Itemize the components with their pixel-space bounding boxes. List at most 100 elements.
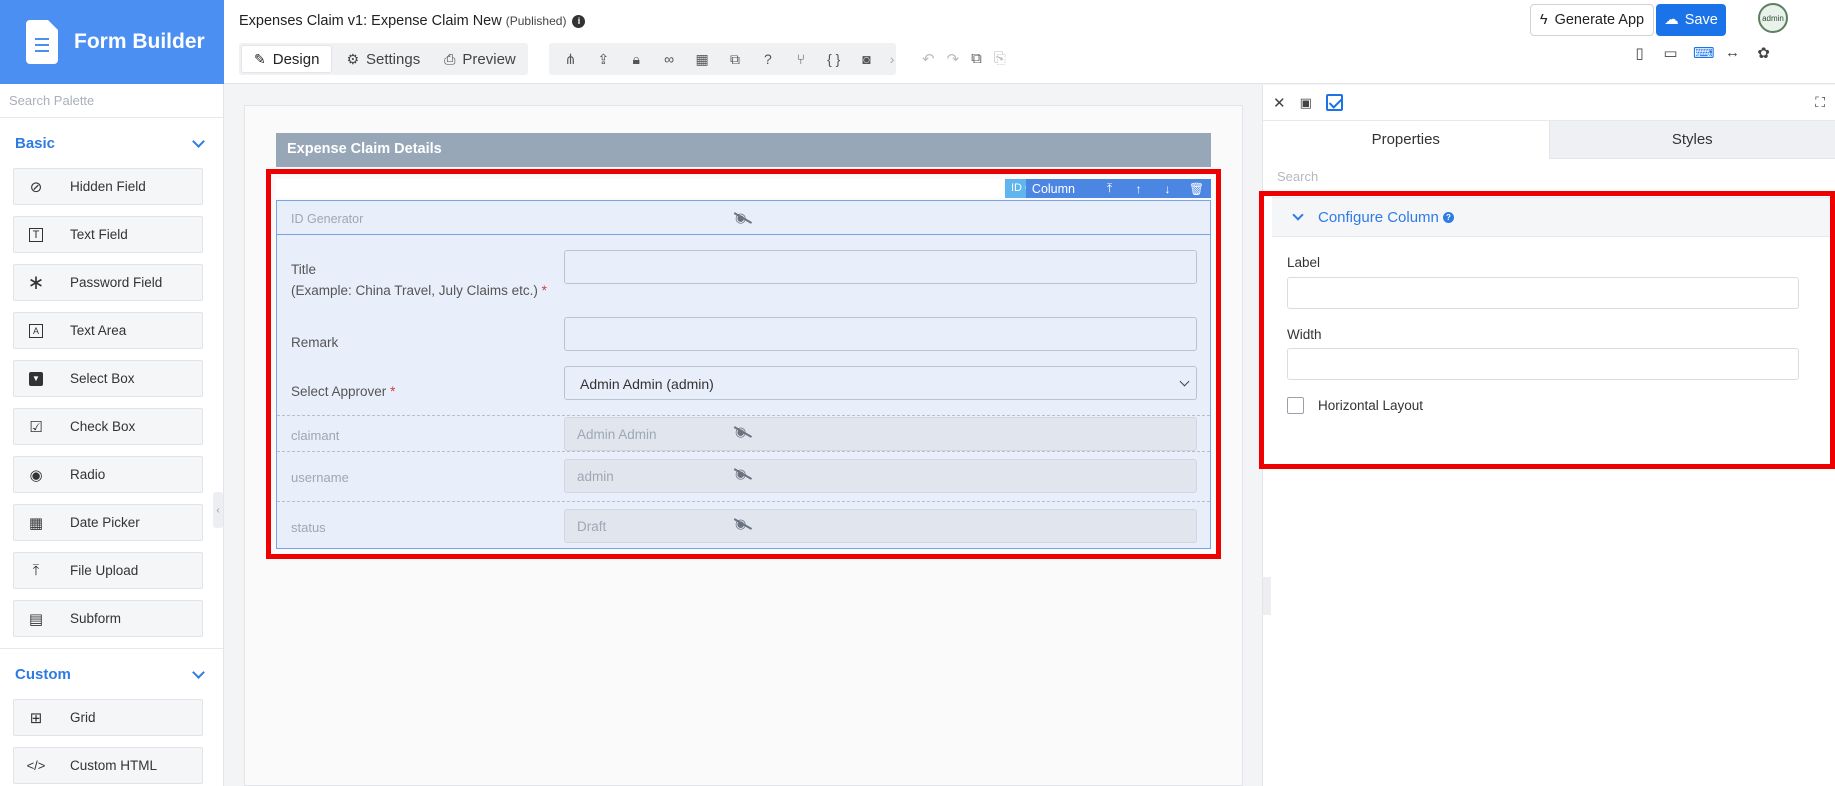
palette-icon[interactable]: ✿ <box>1755 44 1772 62</box>
title-field-row[interactable]: Title (Example: China Travel, July Claim… <box>277 235 1210 301</box>
undo-icon[interactable]: ↶ <box>922 50 935 68</box>
username-input[interactable]: admin <box>564 459 1197 493</box>
asterisk-icon: ∗ <box>27 272 45 294</box>
laptop-icon[interactable]: ⌨ <box>1693 44 1715 62</box>
chevron-right-icon[interactable]: › <box>888 51 896 67</box>
approver-select[interactable]: Admin Admin (admin) <box>564 366 1197 400</box>
column-bar-spacer <box>276 179 1005 198</box>
username-value: admin <box>577 469 614 484</box>
approver-field-row[interactable]: Select Approver * Admin Admin (admin) <box>277 351 1210 411</box>
code-braces-icon[interactable]: { } <box>822 51 845 67</box>
info-icon[interactable]: i <box>572 14 586 28</box>
tree-icon[interactable]: ⋔ <box>559 51 582 68</box>
palette-item-label: Subform <box>70 611 122 626</box>
tab-styles[interactable]: Styles <box>1548 121 1835 159</box>
chevron-down-icon <box>192 134 205 148</box>
username-field-row[interactable]: username admin ◉ <box>277 457 1210 495</box>
user-avatar[interactable]: admin <box>1758 3 1788 33</box>
table-icon[interactable]: ▦ <box>691 51 714 68</box>
text-field-icon: T <box>29 227 43 242</box>
tab-design[interactable]: ✎ Design <box>241 45 333 73</box>
camera-icon[interactable]: ◙ <box>855 51 878 67</box>
palette-item-file-upload[interactable]: ⤒ File Upload <box>13 552 203 589</box>
palette-item-label: Password Field <box>70 275 163 290</box>
binoculars-icon[interactable]: ∞ <box>658 51 681 67</box>
palette-item-label: Select Box <box>70 371 135 386</box>
mobile-icon[interactable]: ▯ <box>1631 44 1648 62</box>
remark-field-row[interactable]: Remark <box>277 301 1210 351</box>
palette-item-date-picker[interactable]: ▦ Date Picker <box>13 504 203 541</box>
palette-item-check-box[interactable]: ☑ Check Box <box>13 408 203 445</box>
remark-input[interactable] <box>564 317 1197 351</box>
sidebar-collapse-handle[interactable]: ‹ <box>213 492 223 528</box>
horizontal-layout-checkbox[interactable] <box>1287 397 1304 414</box>
subform-icon: ▤ <box>28 610 44 628</box>
mode-tabs: ✎ Design ⚙ Settings ⎙ Preview <box>239 43 528 75</box>
label-input[interactable] <box>1287 277 1799 309</box>
chevron-down-icon <box>1292 209 1304 221</box>
palette-item-password-field[interactable]: ∗ Password Field <box>13 264 203 301</box>
approver-label-text: Select Approver <box>291 384 387 399</box>
move-up-icon[interactable]: ↑ <box>1124 182 1153 196</box>
save-icon[interactable]: ▣ <box>1300 95 1312 111</box>
palette-item-radio[interactable]: ◉ Radio <box>13 456 203 493</box>
palette-item-label: Custom HTML <box>70 758 158 773</box>
redo-icon[interactable]: ↷ <box>947 50 960 68</box>
tablet-icon[interactable]: ▭ <box>1662 44 1679 62</box>
properties-search-input[interactable]: Search <box>1263 159 1835 195</box>
branch-icon[interactable]: ⑂ <box>789 51 812 67</box>
title-input[interactable] <box>564 250 1197 284</box>
status-input[interactable]: Draft <box>564 509 1197 543</box>
tab-preview[interactable]: ⎙ Preview <box>432 43 528 75</box>
tab-properties[interactable]: Properties <box>1263 121 1549 159</box>
width-field-label: Width <box>1287 327 1322 342</box>
palette-item-grid[interactable]: ⊞ Grid <box>13 699 203 736</box>
move-down-icon[interactable]: ↓ <box>1153 182 1182 196</box>
delete-icon[interactable]: 🗑︎ <box>1182 182 1211 196</box>
palette-search-input[interactable]: Search Palette <box>0 84 223 118</box>
expand-width-icon[interactable]: ↔ <box>1724 44 1741 62</box>
claimant-input[interactable]: Admin Admin <box>564 417 1197 451</box>
generate-app-button[interactable]: ϟ Generate App <box>1530 4 1654 36</box>
apply-check-icon[interactable] <box>1325 94 1343 111</box>
import-icon[interactable]: ⇪ <box>592 51 615 68</box>
tab-label: Settings <box>366 50 421 68</box>
column-tag[interactable]: Column ⤒ ↑ ↓ 🗑︎ <box>1025 179 1211 198</box>
save-button[interactable]: ☁ Save <box>1656 4 1726 36</box>
form-doc-icon <box>26 20 58 64</box>
palette-item-text-area[interactable]: A Text Area <box>13 312 203 349</box>
palette-item-subform[interactable]: ▤ Subform <box>13 600 203 637</box>
configure-column-title: Configure Column <box>1318 208 1439 226</box>
palette-group-basic[interactable]: Basic <box>0 118 223 168</box>
palette-item-custom-html[interactable]: </> Custom HTML <box>13 747 203 784</box>
id-generator-tag[interactable]: ID G <box>1005 179 1026 198</box>
brand-logo: Form Builder <box>0 0 224 84</box>
tab-settings[interactable]: ⚙ Settings <box>334 43 432 75</box>
help-icon[interactable]: ? <box>756 51 779 67</box>
tab-label: Preview <box>462 50 516 68</box>
copy-icon[interactable]: ⧉ <box>971 50 982 68</box>
translate-icon[interactable]: ⧉ <box>724 51 747 68</box>
title-hint: (Example: China Travel, July Claims etc.… <box>291 283 547 298</box>
palette-group-custom[interactable]: Custom <box>0 649 223 699</box>
close-icon[interactable]: ✕ <box>1273 94 1286 112</box>
section-header[interactable]: Expense Claim Details <box>276 133 1211 167</box>
panel-resize-handle[interactable] <box>1263 577 1271 615</box>
fullscreen-icon[interactable]: ⛶ <box>1815 94 1825 111</box>
configure-column-header[interactable]: Configure Column ? <box>1272 197 1830 237</box>
lock-icon[interactable]: 🔒︎ <box>625 51 648 68</box>
help-icon[interactable]: ? <box>1442 211 1454 223</box>
width-input[interactable] <box>1287 348 1799 380</box>
palette-item-text-field[interactable]: T Text Field <box>13 216 203 253</box>
selected-column[interactable]: ID Generator ◉ Title (Example: China Tra… <box>276 200 1211 549</box>
paste-icon[interactable]: ⎘ <box>994 50 1006 68</box>
group-label: Basic <box>15 134 56 152</box>
status-field-row[interactable]: status Draft ◉ <box>277 507 1210 545</box>
id-generator-row[interactable]: ID Generator ◉ <box>277 201 1210 235</box>
move-to-parent-icon[interactable]: ⤒ <box>1095 181 1124 196</box>
select-box-icon: ▼ <box>29 371 43 386</box>
group-label: Custom <box>15 665 71 683</box>
palette-item-select-box[interactable]: ▼ Select Box <box>13 360 203 397</box>
palette-item-hidden-field[interactable]: ⊘ Hidden Field <box>13 168 203 205</box>
claimant-field-row[interactable]: claimant Admin Admin ◉ <box>277 415 1210 451</box>
